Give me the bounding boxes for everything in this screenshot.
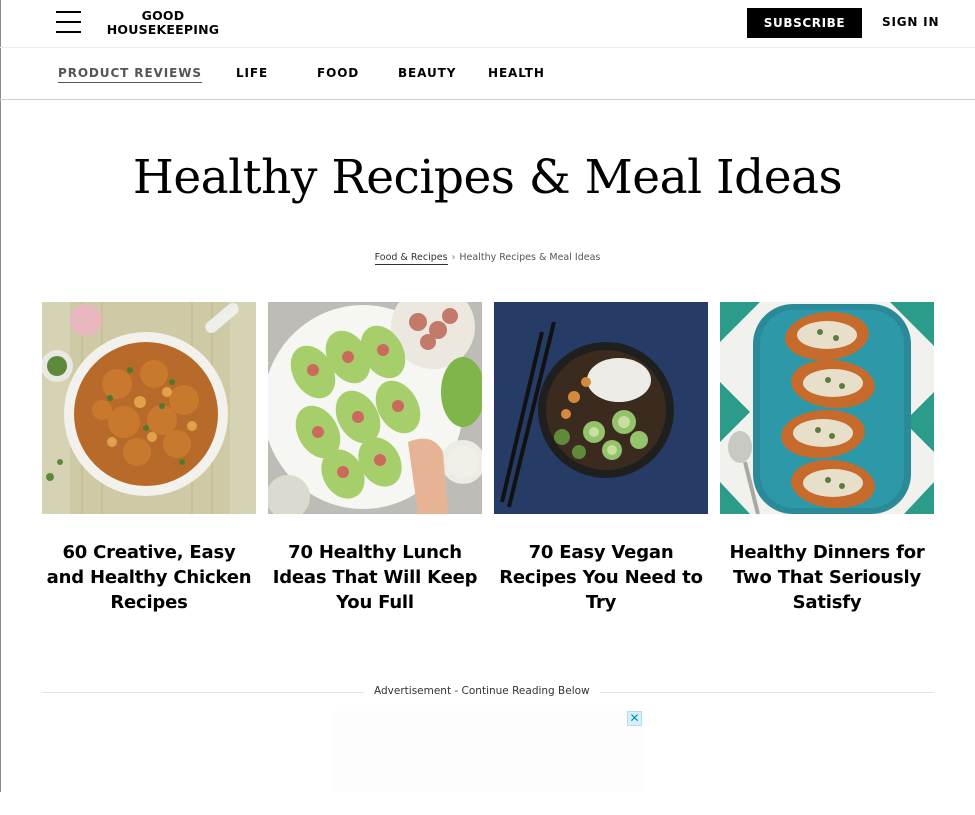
primary-nav: PRODUCT REVIEWS LIFE FOOD BEAUTY HEALTH <box>0 47 975 100</box>
recipe-card[interactable]: 70 Healthy Lunch Ideas That Will Keep Yo… <box>268 302 482 615</box>
window-edge <box>0 0 1 792</box>
logo-line-2: HOUSEKEEPING <box>106 22 220 37</box>
breadcrumb-parent-link[interactable]: Food & Recipes <box>374 252 448 265</box>
card-title[interactable]: 60 Creative, Easy and Healthy Chicken Re… <box>42 540 256 615</box>
hamburger-menu-icon[interactable] <box>56 11 81 33</box>
logo-line-1: GOOD <box>141 8 185 23</box>
nav-item-product-reviews[interactable]: PRODUCT REVIEWS <box>58 66 202 83</box>
stuffed-squash-photo[interactable] <box>720 302 934 514</box>
card-title[interactable]: 70 Healthy Lunch Ideas That Will Keep Yo… <box>268 540 482 615</box>
card-title[interactable]: Healthy Dinners for Two That Seriously S… <box>720 540 934 615</box>
page-title: Healthy Recipes & Meal Ideas <box>132 150 843 205</box>
chicken-skillet-photo[interactable] <box>42 302 256 514</box>
breadcrumb-separator-icon: › <box>451 252 456 263</box>
lettuce-wraps-photo[interactable] <box>268 302 482 514</box>
recipe-card[interactable]: 70 Easy Vegan Recipes You Need to Try <box>494 302 708 615</box>
nav-item-beauty[interactable]: BEAUTY <box>398 66 456 80</box>
recipe-card[interactable]: Healthy Dinners for Two That Seriously S… <box>720 302 934 615</box>
site-logo[interactable]: GOOD HOUSEKEEPING <box>104 9 222 37</box>
nav-item-health[interactable]: HEALTH <box>488 66 545 80</box>
subscribe-button[interactable]: SUBSCRIBE <box>747 8 862 38</box>
site-header: GOOD HOUSEKEEPING SUBSCRIBE SIGN IN <box>0 0 975 47</box>
nav-item-food[interactable]: FOOD <box>317 66 359 80</box>
nav-item-life[interactable]: LIFE <box>236 66 268 80</box>
vegan-bowl-photo[interactable] <box>494 302 708 514</box>
breadcrumb-current: Healthy Recipes & Meal Ideas <box>459 252 601 263</box>
recipe-card[interactable]: 60 Creative, Easy and Healthy Chicken Re… <box>42 302 256 615</box>
ad-label: Advertisement - Continue Reading Below <box>364 685 600 697</box>
ad-slot[interactable] <box>333 711 643 791</box>
close-icon[interactable]: ✕ <box>627 711 642 726</box>
sign-in-link[interactable]: SIGN IN <box>882 15 939 29</box>
card-title[interactable]: 70 Easy Vegan Recipes You Need to Try <box>494 540 708 615</box>
breadcrumb: Food & Recipes › Healthy Recipes & Meal Id… <box>0 252 975 265</box>
